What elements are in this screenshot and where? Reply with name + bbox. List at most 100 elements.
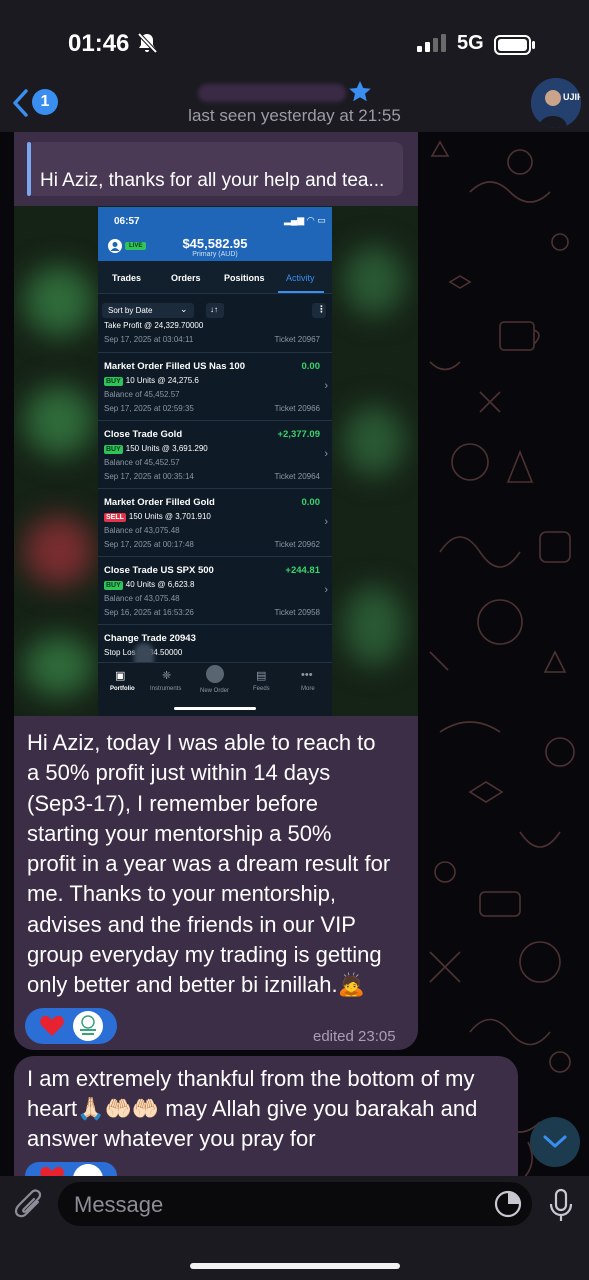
signal-icon: [417, 34, 446, 52]
tab-positions[interactable]: Positions: [224, 273, 265, 283]
reply-quote-text: Hi Aziz, thanks for all your help and te…: [40, 170, 385, 191]
activity-item[interactable]: Market Order Filled Gold 0.00 SELL 150 Un…: [98, 488, 332, 557]
side-badge: BUY: [104, 377, 123, 386]
heart-reaction-icon: [40, 1166, 64, 1176]
sticker-icon[interactable]: [493, 1189, 523, 1219]
person-photo-icon: UJIF: [531, 78, 581, 128]
sort-arrows-icon: ↓↑: [210, 305, 218, 314]
nav-feeds[interactable]: Feeds: [253, 686, 270, 692]
tab-orders[interactable]: Orders: [171, 273, 201, 283]
feeds-icon: ▤: [256, 670, 267, 682]
activity-units-row: BUY 150 Units @ 3,691.290: [104, 444, 208, 454]
tab-activity[interactable]: Activity: [286, 273, 315, 283]
activity-balance: Balance of 45,452.57: [104, 390, 180, 399]
blur-blob: [24, 516, 94, 586]
activity-title: Change Trade 20943: [104, 633, 196, 644]
reactions-pill[interactable]: [25, 1008, 117, 1044]
activity-title: Close Trade Gold: [104, 429, 183, 440]
blur-blob: [24, 386, 94, 456]
side-badge: BUY: [104, 581, 123, 590]
message-line: (Sep3-17), I remember before: [27, 790, 319, 816]
activity-partial-date: Sep 17, 2025 at 03:04:11: [104, 335, 194, 344]
message-line: advises and the friends in our VIP: [27, 911, 356, 937]
activity-balance: Balance of 43,075.48: [104, 594, 180, 603]
message-text: Hi Aziz, today I was able to reach to a …: [27, 728, 407, 1001]
paperclip-icon[interactable]: [12, 1186, 46, 1222]
activity-units: 10 Units @ 24,275.6: [125, 376, 199, 385]
activity-item[interactable]: Market Order Filled US Nas 100 0.00 BUY 1…: [98, 352, 332, 421]
reactor-avatar: [73, 1011, 103, 1041]
side-badge: BUY: [104, 445, 123, 454]
chevron-down-icon: ⌄: [180, 304, 188, 314]
message-line: starting your mentorship a 50%: [27, 820, 332, 846]
app-status-time: 06:57: [114, 216, 140, 227]
message-line: a 50% profit just within 14 days: [27, 760, 331, 786]
blur-blob: [344, 586, 404, 666]
nav-portfolio[interactable]: Portfolio: [110, 686, 135, 692]
activity-item[interactable]: Close Trade Gold +2,377.09 BUY 150 Units …: [98, 420, 332, 489]
battery-icon: [494, 35, 535, 55]
activity-units: 150 Units @ 3,691.290: [125, 444, 208, 453]
activity-date: Sep 16, 2025 at 16:53:26: [104, 608, 194, 617]
message-input-placeholder: Message: [74, 1192, 164, 1217]
home-indicator: [190, 1263, 400, 1269]
tab-trades[interactable]: Trades: [112, 273, 141, 283]
chevron-down-icon: [543, 1135, 567, 1148]
reactions-pill-partial[interactable]: [25, 1162, 117, 1176]
message-line: Hi Aziz, today I was able to reach to: [27, 730, 376, 755]
message-line: heart🙏🏻🤲🏻🤲🏻 may Allah give you barakah a…: [27, 1096, 478, 1121]
kebab-icon: ⋮: [317, 304, 326, 314]
activity-title: Market Order Filled Gold: [104, 497, 215, 508]
nav-new-order[interactable]: New Order: [200, 688, 229, 694]
blur-blob: [344, 406, 404, 476]
star-icon: [349, 81, 371, 102]
message-text: I am extremely thankful from the bottom …: [27, 1064, 507, 1154]
instruments-icon: ❈: [162, 670, 172, 682]
message-edited-time: edited 23:05: [313, 1028, 396, 1045]
activity-partial-ticket: Ticket 20967: [274, 335, 320, 344]
activity-amount: 0.00: [301, 497, 321, 508]
chevron-right-icon: ›: [324, 380, 328, 392]
activity-ticket: Ticket 20958: [274, 608, 320, 617]
activity-amount: +2,377.09: [277, 429, 320, 440]
activity-units: 150 Units @ 3,701.910: [128, 512, 211, 521]
activity-ticket: Ticket 20962: [274, 540, 320, 549]
chevron-right-icon: ›: [324, 448, 328, 460]
message-line: profit in a year was a dream result for: [27, 851, 391, 877]
active-tab-indicator: [278, 291, 324, 293]
activity-units-row: SELL 150 Units @ 3,701.910: [104, 512, 211, 522]
activity-ticket: Ticket 20966: [274, 404, 320, 413]
app-home-indicator: [174, 707, 256, 710]
contact-name-redacted[interactable]: [198, 84, 346, 102]
message-line: answer whatever you pray for: [27, 1126, 316, 1151]
new-order-icon: [206, 665, 224, 683]
microphone-icon[interactable]: [548, 1188, 574, 1224]
sort-label: Sort by Date: [108, 306, 153, 315]
svg-text:UJIF: UJIF: [563, 92, 581, 102]
app-status-icons: ▂▄▆ ◠ ▭: [284, 215, 326, 225]
activity-balance: Balance of 43,075.48: [104, 526, 180, 535]
trading-app-screenshot[interactable]: 06:57 ▂▄▆ ◠ ▭ LIVE $45,582.95 Primary (A…: [98, 207, 332, 716]
activity-units-row: BUY 10 Units @ 24,275.6: [104, 376, 199, 386]
chevron-right-icon: ›: [324, 516, 328, 528]
simple-fractals-logo-icon: [80, 1015, 96, 1035]
activity-amount: 0.00: [301, 361, 321, 372]
nav-more[interactable]: More: [301, 686, 315, 692]
account-balance: $45,582.95: [182, 236, 248, 251]
message-line: me. Thanks to your mentorship,: [27, 881, 336, 907]
bell-muted-icon: [137, 32, 158, 54]
nav-instruments[interactable]: Instruments: [150, 686, 181, 692]
activity-item[interactable]: Close Trade US SPX 500 +244.81 BUY 40 Uni…: [98, 556, 332, 625]
contact-avatar[interactable]: UJIF: [531, 78, 581, 128]
activity-date: Sep 17, 2025 at 02:59:35: [104, 404, 194, 413]
activity-title: Close Trade US SPX 500: [104, 565, 214, 576]
last-seen-status: last seen yesterday at 21:55: [188, 106, 401, 125]
side-badge: SELL: [104, 513, 126, 522]
reply-quote-bar: [27, 142, 31, 196]
scroll-to-bottom-button[interactable]: [530, 1117, 580, 1167]
activity-partial-title: Take Profit @ 24,329.70000: [104, 321, 204, 330]
network-type: 5G: [457, 32, 484, 54]
account-name: Primary (AUD): [192, 251, 238, 258]
message-line: I am extremely thankful from the bottom …: [27, 1066, 475, 1091]
blur-blob: [344, 246, 404, 316]
